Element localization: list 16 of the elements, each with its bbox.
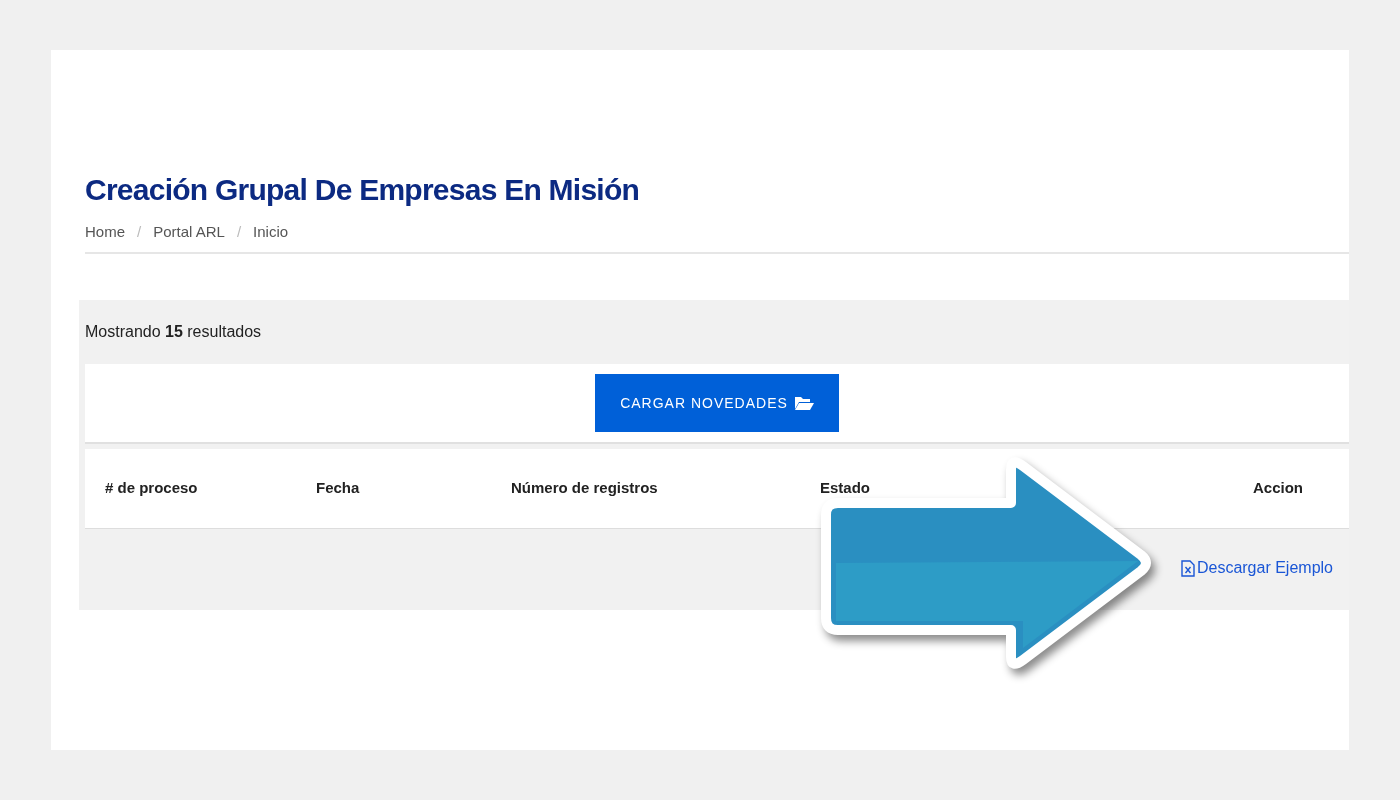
results-summary: Mostrando 15 resultados: [85, 322, 262, 342]
breadcrumb-separator: /: [137, 221, 142, 242]
download-link[interactable]: Descargar Ejemplo: [1180, 556, 1333, 580]
column-header: Número de registros: [511, 479, 658, 497]
spreadsheet-file-icon: [1180, 559, 1195, 577]
page-title: Creación Grupal De Empresas En Misión: [85, 172, 640, 208]
column-header: Estado: [820, 479, 870, 497]
column-header: Fecha: [316, 479, 360, 497]
folder-icon: [793, 395, 814, 411]
upload-button[interactable]: CARGAR NOVEDADES: [595, 374, 839, 432]
breadcrumb-link[interactable]: Inicio: [253, 220, 289, 244]
breadcrumb-link[interactable]: Home: [85, 220, 125, 244]
breadcrumb-link[interactable]: Portal ARL: [153, 220, 225, 244]
column-header: # de proceso: [105, 479, 198, 497]
breadcrumb-separator: /: [236, 221, 242, 242]
column-header: Accion: [1253, 479, 1303, 497]
